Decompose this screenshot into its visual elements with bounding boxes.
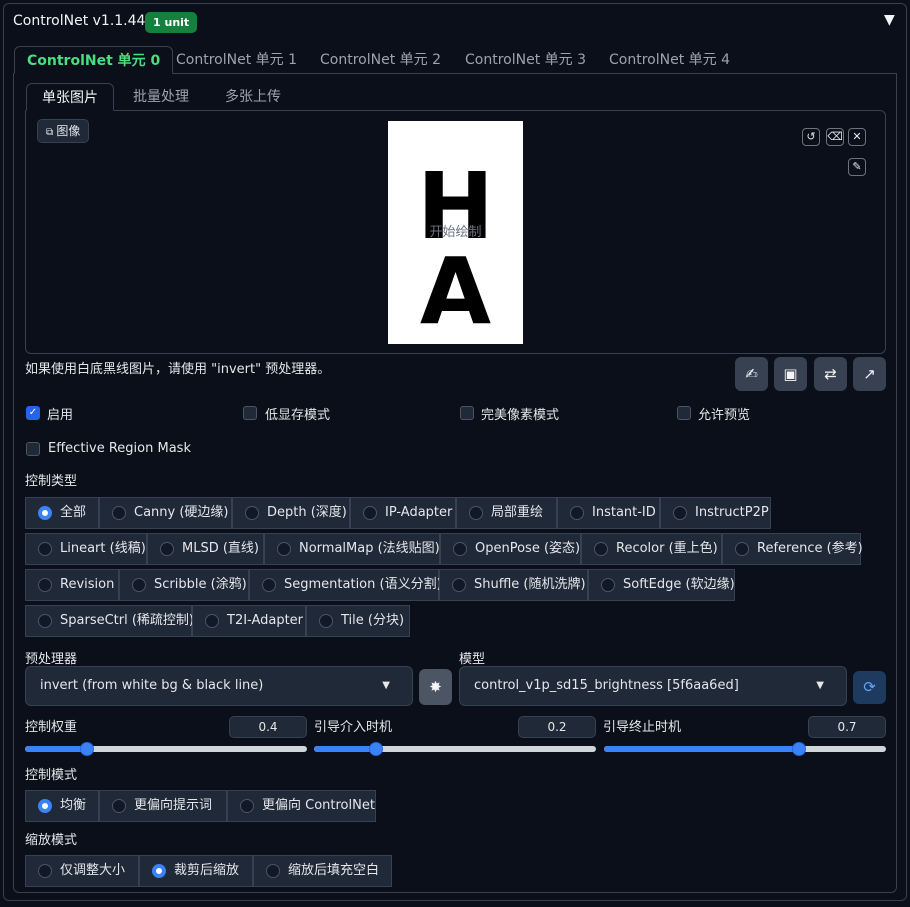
triangle-down-icon[interactable]: ▼ [884, 12, 895, 28]
guidance-end-slider[interactable] [604, 742, 886, 756]
tab-unit-0[interactable]: ControlNet 单元 0 [14, 46, 174, 74]
enable-label: 启用 [47, 408, 74, 423]
allow-preview-checkbox[interactable] [677, 406, 691, 420]
model-label: 模型 [459, 652, 486, 667]
control-type-option[interactable]: Canny (硬边缘) [99, 497, 232, 529]
close-icon[interactable]: ✕ [848, 128, 866, 146]
guidance-end-label: 引导终止时机 [603, 720, 682, 735]
low-vram-checkbox[interactable] [243, 406, 257, 420]
control-type-option[interactable]: Lineart (线稿) [25, 533, 147, 565]
control-type-option[interactable]: Tile (分块) [306, 605, 410, 637]
control-type-label: 控制类型 [25, 474, 78, 489]
slider-handle[interactable] [792, 742, 806, 756]
low-vram-label: 低显存模式 [265, 408, 331, 423]
control-type-option[interactable]: Depth (深度) [232, 497, 350, 529]
control-type-option[interactable]: Shuffle (随机洗牌) [439, 569, 588, 601]
control-type-option[interactable]: Segmentation (语义分割) [249, 569, 442, 601]
effective-region-mask-checkbox[interactable] [26, 442, 40, 456]
control-type-option[interactable]: Instant-ID [557, 497, 660, 529]
control-type-option[interactable]: OpenPose (姿态) [440, 533, 581, 565]
panel-title: ControlNet v1.1.449 [13, 13, 155, 29]
control-type-option[interactable]: IP-Adapter [350, 497, 456, 529]
image-icon: ⧉ [46, 127, 57, 138]
tab-unit-2[interactable]: ControlNet 单元 2 [308, 46, 453, 74]
control-type-option[interactable]: InstructP2P [660, 497, 771, 529]
tab-batch[interactable]: 批量处理 [118, 83, 204, 111]
control-mode-option[interactable]: 更偏向 ControlNet [227, 790, 376, 822]
explosion-icon[interactable]: ✸ [419, 669, 452, 705]
brush-icon[interactable]: ✎ [848, 158, 866, 176]
camera-icon[interactable]: ▣ [774, 357, 807, 391]
control-type-option[interactable]: 全部 [25, 497, 99, 529]
control-mode-option[interactable]: 均衡 [25, 790, 99, 822]
control-type-option[interactable]: Recolor (重上色) [581, 533, 722, 565]
guidance-start-input[interactable]: 0.2 [518, 716, 596, 738]
chevron-down-icon: ▼ [382, 680, 390, 691]
control-type-option[interactable]: Revision [25, 569, 119, 601]
enable-checkbox[interactable]: ✓ [26, 406, 40, 420]
preprocessor-label: 预处理器 [25, 652, 78, 667]
control-type-option[interactable]: SparseCtrl (稀疏控制) [25, 605, 194, 637]
chevron-down-icon: ▼ [816, 680, 824, 691]
control-weight-slider[interactable] [25, 742, 307, 756]
model-select[interactable]: control_v1p_sd15_brightness [5f6aa6ed] ▼ [459, 666, 847, 706]
undo-icon[interactable]: ↺ [802, 128, 820, 146]
control-type-option[interactable]: Reference (参考) [722, 533, 863, 565]
resize-mode-option[interactable]: 仅调整大小 [25, 855, 139, 887]
control-type-option[interactable]: 局部重绘 [456, 497, 557, 529]
start-drawing-hint[interactable]: 开始绘制 [388, 221, 523, 240]
control-weight-label: 控制权重 [25, 720, 78, 735]
slider-handle[interactable] [80, 742, 94, 756]
control-type-option[interactable]: SoftEdge (软边缘) [588, 569, 735, 601]
control-type-option[interactable]: NormalMap (法线贴图) [264, 533, 440, 565]
control-weight-input[interactable]: 0.4 [229, 716, 307, 738]
control-mode-label: 控制模式 [25, 768, 78, 783]
pixel-perfect-label: 完美像素模式 [481, 408, 560, 423]
image-label: ⧉ 图像 [37, 119, 90, 143]
control-type-option[interactable]: MLSD (直线) [147, 533, 264, 565]
effective-region-mask-label: Effective Region Mask [48, 441, 191, 456]
image-letter-a: A [419, 238, 492, 345]
refresh-icon[interactable]: ⟳ [853, 671, 886, 704]
guidance-start-label: 引导介入时机 [314, 720, 393, 735]
preprocessor-select[interactable]: invert (from white bg & black line) ▼ [25, 666, 413, 706]
swap-icon[interactable]: ⇄ [814, 357, 847, 391]
control-type-option[interactable]: Scribble (涂鸦) [119, 569, 249, 601]
tab-single-image[interactable]: 单张图片 [26, 83, 114, 111]
send-dimensions-icon[interactable]: ↗ [853, 357, 886, 391]
resize-mode-label: 缩放模式 [25, 833, 78, 848]
unit-count-badge: 1 unit [145, 12, 198, 33]
resize-mode-option[interactable]: 缩放后填充空白 [253, 855, 392, 887]
slider-handle[interactable] [369, 742, 383, 756]
control-mode-option[interactable]: 更偏向提示词 [99, 790, 227, 822]
tab-multi-upload[interactable]: 多张上传 [210, 83, 296, 111]
tab-unit-1[interactable]: ControlNet 单元 1 [164, 46, 309, 74]
tab-unit-4[interactable]: ControlNet 单元 4 [597, 46, 742, 74]
allow-preview-label: 允许预览 [698, 408, 751, 423]
tab-unit-3[interactable]: ControlNet 单元 3 [453, 46, 598, 74]
edit-image-icon[interactable]: ✍ [735, 357, 768, 391]
eraser-icon[interactable]: ⌫ [826, 128, 844, 146]
guidance-start-slider[interactable] [314, 742, 596, 756]
pixel-perfect-checkbox[interactable] [460, 406, 474, 420]
invert-hint: 如果使用白底黑线图片，请使用 "invert" 预处理器。 [25, 362, 331, 377]
guidance-end-input[interactable]: 0.7 [808, 716, 886, 738]
control-type-option[interactable]: T2I-Adapter [192, 605, 306, 637]
resize-mode-option[interactable]: 裁剪后缩放 [139, 855, 253, 887]
